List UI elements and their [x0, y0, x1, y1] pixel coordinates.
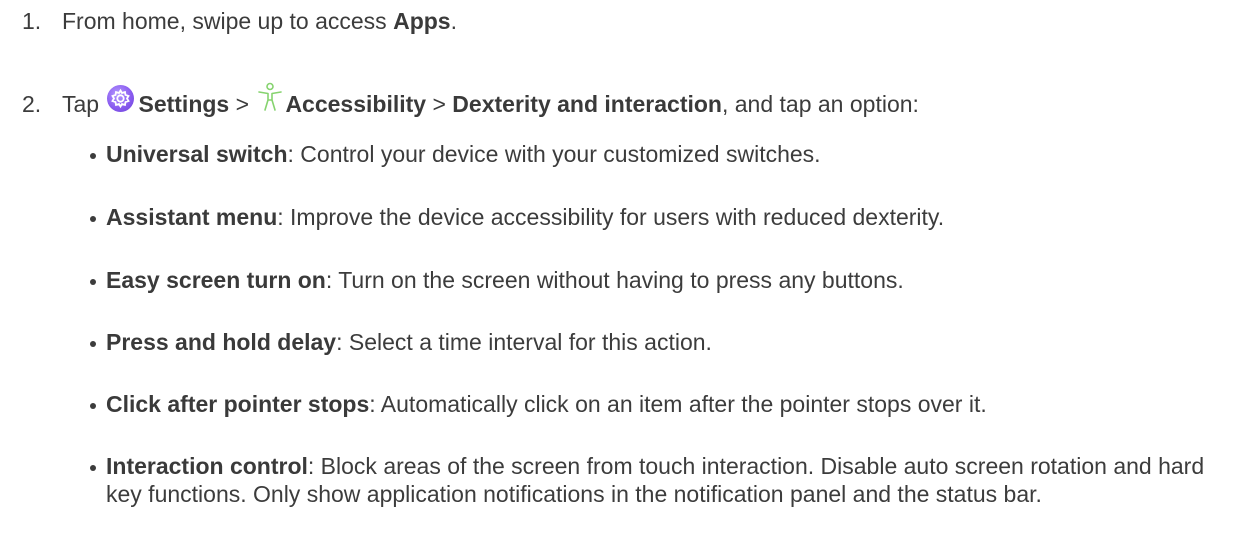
list-item: Interaction control: Block areas of the …: [90, 452, 1206, 508]
option-description: : Improve the device accessibility for u…: [277, 204, 945, 230]
step-number: 2.: [22, 91, 42, 117]
tap-text: Tap: [62, 91, 106, 117]
separator: >: [426, 91, 453, 117]
option-description: : Turn on the screen without having to p…: [325, 267, 904, 293]
option-description: : Select a time interval for this action…: [336, 329, 712, 355]
option-name: Universal switch: [106, 141, 288, 167]
accessibility-label: Accessibility: [285, 91, 427, 117]
list-item: Click after pointer stops: Automatically…: [90, 390, 987, 418]
option-description: : Control your device with your customiz…: [287, 141, 821, 167]
settings-label: Settings: [138, 91, 230, 117]
step-text: From home, swipe up to access: [62, 8, 394, 34]
option-name: Press and hold delay: [106, 329, 337, 355]
step-text-end: , and tap an option:: [721, 91, 919, 117]
list-item: Easy screen turn on: Turn on the screen …: [90, 266, 904, 294]
option-name: Assistant menu: [106, 204, 278, 230]
step-2: 2. Tap Settings > Accessibility > Dexteri…: [0, 82, 919, 118]
list-item: Press and hold delay: Select a time inte…: [90, 328, 712, 356]
list-item: Assistant menu: Improve the device acces…: [90, 203, 944, 231]
instructions-page: 1. From home, swipe up to access Apps. 2.…: [0, 0, 1244, 556]
dexterity-label: Dexterity and interaction: [452, 91, 722, 117]
step-text-end: .: [450, 8, 457, 34]
option-description: : Automatically click on an item after t…: [369, 391, 987, 417]
step-1: 1. From home, swipe up to access Apps.: [0, 7, 457, 35]
option-name: Click after pointer stops: [106, 391, 370, 417]
list-item: Universal switch: Control your device wi…: [90, 140, 821, 168]
accessibility-person-icon: [257, 82, 283, 112]
settings-gear-icon: [107, 85, 135, 112]
option-name: Easy screen turn on: [106, 267, 326, 293]
apps-label: Apps: [393, 8, 451, 34]
option-name: Interaction control: [106, 453, 308, 479]
separator: >: [229, 91, 256, 117]
step-number: 1.: [22, 8, 42, 34]
